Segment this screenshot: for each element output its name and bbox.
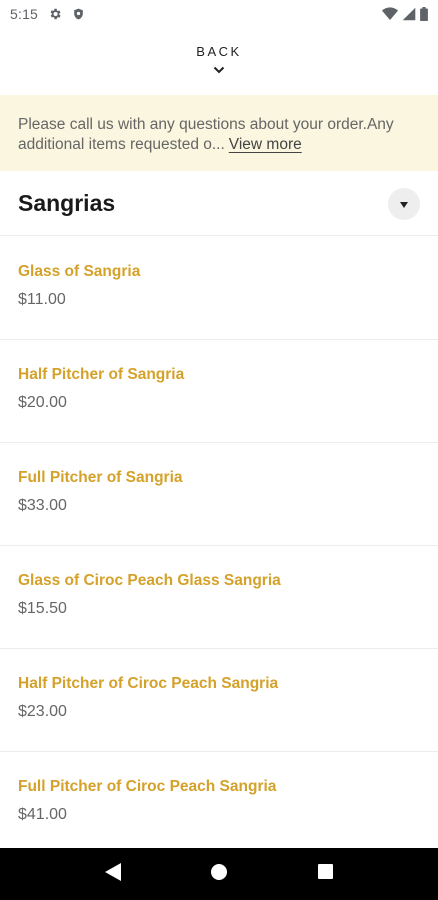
wifi-icon: [382, 7, 398, 21]
notice-text: Please call us with any questions about …: [18, 116, 394, 153]
menu-item[interactable]: Glass of Sangria $11.00: [0, 237, 438, 340]
section-header: Sangrias: [0, 172, 438, 236]
battery-icon: [420, 7, 428, 21]
view-more-link[interactable]: View more: [229, 136, 302, 153]
item-price: $15.50: [18, 600, 67, 617]
back-label: BACK: [196, 44, 242, 59]
menu-item[interactable]: Full Pitcher of Ciroc Peach Sangria $41.…: [0, 752, 438, 855]
back-button[interactable]: BACK: [0, 44, 438, 84]
category-dropdown-button[interactable]: [388, 187, 420, 220]
status-time: 5:15: [10, 6, 39, 22]
item-name: Full Pitcher of Sangria: [18, 469, 183, 486]
menu-item-list: Glass of Sangria $11.00 Half Pitcher of …: [0, 237, 438, 855]
chevron-down-icon: [213, 61, 225, 79]
recents-square-icon: [317, 864, 333, 884]
item-name: Glass of Sangria: [18, 263, 141, 280]
status-right: [382, 7, 428, 21]
system-nav-bar: [0, 848, 438, 900]
order-notice: Please call us with any questions about …: [0, 95, 438, 171]
item-price: $41.00: [18, 806, 67, 823]
nav-back-button[interactable]: [93, 854, 133, 894]
gear-icon: [48, 7, 62, 21]
menu-item[interactable]: Glass of Ciroc Peach Glass Sangria $15.5…: [0, 546, 438, 649]
caret-down-icon: [400, 195, 408, 213]
menu-item[interactable]: Half Pitcher of Sangria $20.00: [0, 340, 438, 443]
home-circle-icon: [211, 863, 227, 885]
signal-icon: [402, 7, 416, 21]
nav-recents-button[interactable]: [305, 854, 345, 894]
item-price: $11.00: [18, 291, 66, 308]
status-left: 5:15: [10, 6, 85, 22]
item-name: Half Pitcher of Sangria: [18, 366, 185, 383]
screen: 5:15 BACK Please call us with any questi…: [0, 0, 438, 900]
nav-home-button[interactable]: [199, 854, 239, 894]
shield-icon: [72, 7, 85, 21]
item-price: $23.00: [18, 703, 67, 720]
status-bar: 5:15: [0, 0, 438, 28]
section-title: Sangrias: [18, 190, 116, 216]
item-name: Glass of Ciroc Peach Glass Sangria: [18, 572, 281, 589]
item-price: $20.00: [18, 394, 67, 411]
item-price: $33.00: [18, 497, 67, 514]
menu-item[interactable]: Half Pitcher of Ciroc Peach Sangria $23.…: [0, 649, 438, 752]
item-name: Half Pitcher of Ciroc Peach Sangria: [18, 675, 279, 692]
item-name: Full Pitcher of Ciroc Peach Sangria: [18, 778, 277, 795]
menu-item[interactable]: Full Pitcher of Sangria $33.00: [0, 443, 438, 546]
back-triangle-icon: [105, 862, 121, 886]
